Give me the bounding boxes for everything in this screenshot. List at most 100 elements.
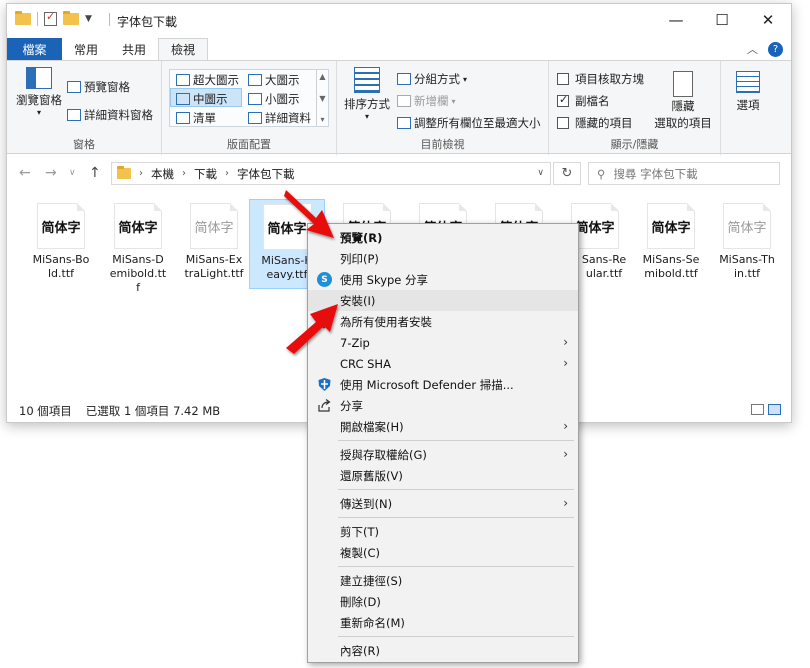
- file-item[interactable]: 简体字 MiSans-Ex traLight.ttf: [176, 199, 252, 289]
- menu-item-open-with[interactable]: 開啟檔案(H) ›: [308, 416, 578, 437]
- scroll-down-icon[interactable]: ▼: [319, 94, 325, 103]
- tab-share[interactable]: 共用: [110, 38, 158, 60]
- hide-selected-button[interactable]: 隱藏 選取的項目: [653, 71, 713, 131]
- scroll-up-icon[interactable]: ▲: [319, 72, 325, 81]
- folder-icon: [117, 166, 131, 179]
- preview-pane-button[interactable]: 預覽窗格: [67, 79, 130, 95]
- layout-small-icons[interactable]: 小圖示: [248, 91, 300, 107]
- layout-item-label: 詳細資料: [265, 111, 311, 125]
- add-columns-button[interactable]: 新增欄 ▾: [397, 93, 456, 109]
- layout-extra-large-icons[interactable]: 超大圖示: [176, 72, 239, 88]
- sort-by-label: 排序方式: [344, 97, 390, 111]
- chevron-right-icon[interactable]: ›: [182, 168, 186, 179]
- menu-item-preview[interactable]: 預覽(R): [308, 227, 578, 248]
- file-item[interactable]: 简体字 MiSans-Se mibold.ttf: [633, 199, 709, 289]
- checkbox-checked-icon[interactable]: [557, 93, 569, 107]
- ribbon-right-controls: ︿ ?: [747, 41, 783, 57]
- minimize-button[interactable]: —: [653, 4, 699, 36]
- menu-item-skype-share[interactable]: S 使用 Skype 分享: [308, 269, 578, 290]
- chevron-right-icon[interactable]: ›: [139, 168, 143, 179]
- size-columns-button[interactable]: 調整所有欄位至最適大小: [397, 115, 541, 131]
- options-button[interactable]: 選項: [725, 71, 771, 113]
- tab-view[interactable]: 檢視: [158, 38, 208, 60]
- menu-item-defender-scan[interactable]: 使用 Microsoft Defender 掃描...: [308, 374, 578, 395]
- menu-item-label: 內容(R): [340, 643, 380, 658]
- file-item[interactable]: 简体字 MiSans-Bo ld.ttf: [23, 199, 99, 289]
- menu-item-label: 還原舊版(V): [340, 468, 403, 483]
- quick-access-toolbar: ▼: [15, 10, 92, 26]
- layout-medium-icons[interactable]: 中圖示: [176, 91, 228, 107]
- collapse-ribbon-icon[interactable]: ︿: [747, 41, 758, 57]
- menu-item-label: 建立捷徑(S): [340, 573, 403, 588]
- annotation-arrow-install: [286, 304, 338, 354]
- tab-file[interactable]: 檔案: [7, 38, 62, 60]
- menu-item-send-to[interactable]: 傳送到(N) ›: [308, 493, 578, 514]
- breadcrumb-this-pc[interactable]: 本機: [151, 166, 174, 182]
- layout-large-icons[interactable]: 大圖示: [248, 72, 300, 88]
- tab-home[interactable]: 常用: [62, 38, 110, 60]
- group-by-label: 分組方式: [414, 72, 460, 86]
- skype-icon: S: [317, 272, 332, 287]
- sort-by-button[interactable]: 排序方式 ▾: [343, 67, 391, 121]
- arrow-shape: [284, 190, 334, 238]
- search-placeholder: 搜尋 字体包下載: [613, 166, 698, 181]
- menu-item-share[interactable]: 分享: [308, 395, 578, 416]
- forward-icon[interactable]: →: [45, 165, 57, 181]
- menu-item-rename[interactable]: 重新命名(M): [308, 612, 578, 633]
- address-bar-row: ← → ∨ ↑ › 本機 › 下載 › 字体包下載 ∨ ↻ ⚲ 搜尋 字体包下載: [7, 159, 791, 187]
- menu-separator: [338, 636, 574, 637]
- details-pane-button[interactable]: 詳細資料窗格: [67, 107, 153, 123]
- checkbox-icon[interactable]: [557, 117, 569, 129]
- menu-item-restore-versions[interactable]: 還原舊版(V): [308, 465, 578, 486]
- maximize-button[interactable]: ☐: [699, 4, 745, 36]
- recent-locations-icon[interactable]: ∨: [69, 168, 76, 178]
- menu-separator: [338, 517, 574, 518]
- menu-separator: [338, 566, 574, 567]
- item-checkboxes-toggle[interactable]: 項目核取方塊: [557, 71, 644, 87]
- layout-details[interactable]: 詳細資料: [248, 110, 311, 126]
- layout-item-label: 大圖示: [265, 73, 300, 87]
- close-button[interactable]: ✕: [745, 4, 791, 36]
- checkbox-icon[interactable]: [557, 73, 569, 85]
- navigation-pane-button[interactable]: 瀏覽窗格 ▾: [15, 67, 63, 117]
- font-file-icon: 简体字: [647, 203, 695, 249]
- menu-item-give-access[interactable]: 授與存取權給(G) ›: [308, 444, 578, 465]
- menu-item-copy[interactable]: 複製(C): [308, 542, 578, 563]
- menu-item-create-shortcut[interactable]: 建立捷徑(S): [308, 570, 578, 591]
- layout-list[interactable]: 清單: [176, 110, 216, 126]
- file-item[interactable]: 简体字 MiSans-D emibold.tt f: [100, 199, 176, 294]
- menu-item-cut[interactable]: 剪下(T): [308, 521, 578, 542]
- properties-icon[interactable]: [44, 10, 57, 26]
- layout-gallery: 超大圖示 大圖示 中圖示 小圖示 清單 詳細資料 ▲ ▼ ▾: [169, 69, 329, 127]
- group-by-button[interactable]: 分組方式 ▾: [397, 71, 467, 87]
- menu-item-label: 為所有使用者安裝: [340, 314, 432, 329]
- navigation-pane-icon: [26, 67, 52, 89]
- share-icon: [317, 398, 332, 413]
- submenu-arrow-icon: ›: [563, 335, 568, 349]
- up-icon[interactable]: ↑: [89, 165, 101, 181]
- options-label: 選項: [736, 98, 760, 112]
- help-icon[interactable]: ?: [768, 41, 783, 57]
- expand-gallery-icon[interactable]: ▾: [320, 115, 324, 124]
- customize-toolbar-icon[interactable]: ▼: [85, 14, 92, 24]
- layout-gallery-scroll[interactable]: ▲ ▼ ▾: [316, 70, 328, 126]
- hidden-items-toggle[interactable]: 隱藏的項目: [557, 115, 633, 131]
- menu-item-print[interactable]: 列印(P): [308, 248, 578, 269]
- back-icon[interactable]: ←: [19, 165, 31, 181]
- refresh-button[interactable]: ↻: [553, 162, 581, 185]
- details-view-icon[interactable]: [751, 404, 764, 415]
- chevron-right-icon[interactable]: ›: [225, 168, 229, 179]
- menu-item-label: CRC SHA: [340, 356, 391, 371]
- extra-large-icons-icon: [176, 74, 190, 86]
- hidden-items-label: 隱藏的項目: [575, 116, 633, 130]
- file-item[interactable]: 简体字 MiSans-Th in.ttf: [709, 199, 785, 289]
- breadcrumb-downloads[interactable]: 下載: [194, 166, 217, 182]
- large-icons-view-icon[interactable]: [768, 404, 781, 415]
- chevron-down-icon[interactable]: ∨: [537, 168, 544, 178]
- search-box[interactable]: ⚲ 搜尋 字体包下載: [588, 162, 780, 185]
- details-icon: [248, 112, 262, 124]
- file-extensions-toggle[interactable]: 副檔名: [557, 93, 610, 109]
- menu-item-delete[interactable]: 刪除(D): [308, 591, 578, 612]
- new-folder-icon[interactable]: [63, 11, 79, 25]
- menu-item-properties[interactable]: 內容(R): [308, 640, 578, 661]
